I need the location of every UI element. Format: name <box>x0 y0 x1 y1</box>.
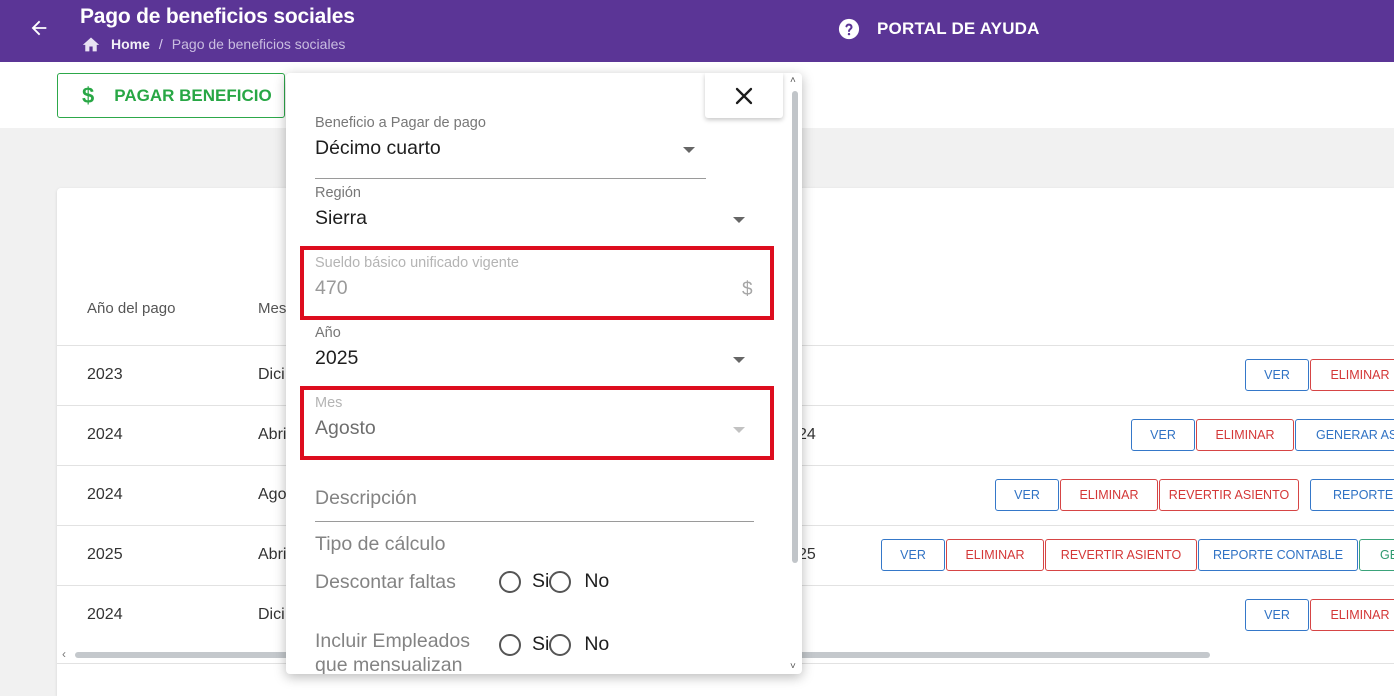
breadcrumb-current: Pago de beneficios sociales <box>171 36 346 52</box>
benefit-payment-dialog: ˄ ˅ Beneficio a Pagar de pago Décimo cua… <box>286 73 802 674</box>
dollar-icon: $ <box>82 82 95 108</box>
cell-month: Abri <box>258 426 287 443</box>
discount-absences-yes-radio[interactable] <box>499 570 521 593</box>
include-monthly-employees-yes-radio[interactable] <box>499 633 521 656</box>
cell-year: 2025 <box>87 546 123 563</box>
cell-month: Ago <box>258 486 287 503</box>
help-portal-link[interactable]: PORTAL DE AYUDA <box>838 18 1040 40</box>
pay-benefit-label: PAGAR BENEFICIO <box>114 85 272 105</box>
generate-entry-button[interactable]: GENERAR ASI <box>1295 419 1394 451</box>
discount-absences-no-radio[interactable] <box>549 570 572 593</box>
year-select-value: 2025 <box>315 347 359 369</box>
region-select-value: Sierra <box>315 207 368 229</box>
close-icon <box>735 87 753 104</box>
description-underline <box>315 521 754 522</box>
delete-button[interactable]: ELIMINAR <box>1310 359 1394 391</box>
breadcrumb-home-link[interactable]: Home <box>111 36 150 52</box>
delete-button[interactable]: ELIMINAR <box>1196 419 1294 451</box>
generate-button[interactable]: GE <box>1359 539 1394 571</box>
accounting-report-button[interactable]: REPORTE CONTABLE <box>1198 539 1358 571</box>
view-button[interactable]: VER <box>881 539 945 571</box>
delete-button[interactable]: ELIMINAR <box>1310 599 1394 631</box>
back-arrow-icon[interactable] <box>28 17 50 39</box>
include-monthly-employees-radio-group: Si No <box>499 633 609 656</box>
view-button[interactable]: VER <box>1131 419 1195 451</box>
top-app-bar: Pago de beneficios sociales Home / Pago … <box>0 0 1394 62</box>
cell-year: 2024 <box>87 426 123 443</box>
include-monthly-employees-yes-label[interactable]: Si <box>532 633 549 656</box>
benefit-select-label: Beneficio a Pagar de pago <box>315 115 486 131</box>
cell-year: 2024 <box>87 606 123 623</box>
help-portal-label: PORTAL DE AYUDA <box>877 19 1040 38</box>
view-button[interactable]: VER <box>1245 599 1309 631</box>
revert-entry-button[interactable]: REVERTIR ASIENTO <box>1045 539 1197 571</box>
include-monthly-employees-label-line1: Incluir Empleados <box>315 630 470 652</box>
dropdown-arrow-icon <box>733 217 745 223</box>
scroll-left-arrow-icon[interactable]: ‹ <box>62 647 66 661</box>
discount-absences-no-label[interactable]: No <box>584 570 609 593</box>
cell-year: 2024 <box>87 486 123 503</box>
column-header-year: Año del pago <box>87 300 176 317</box>
page-title: Pago de beneficios sociales <box>80 5 355 28</box>
column-header-month: Mes <box>258 300 287 317</box>
accounting-report-button[interactable]: REPORTE C <box>1310 479 1394 511</box>
highlight-box-month <box>300 386 774 460</box>
cell-month: Dici <box>258 366 285 383</box>
view-button[interactable]: VER <box>995 479 1059 511</box>
cell-year: 2023 <box>87 366 123 383</box>
year-select-label: Año <box>315 325 341 341</box>
include-monthly-employees-label: Incluir Empleados que mensualizan <box>315 629 470 674</box>
home-icon[interactable] <box>81 35 101 53</box>
discount-absences-label: Descontar faltas <box>315 571 456 593</box>
benefit-select[interactable]: Beneficio a Pagar de pago Décimo cuarto <box>315 115 706 179</box>
vertical-scrollbar[interactable]: ˄ ˅ <box>788 73 802 674</box>
cell-month: Dici <box>258 606 285 623</box>
view-button[interactable]: VER <box>1245 359 1309 391</box>
include-monthly-employees-no-label[interactable]: No <box>584 633 609 656</box>
dropdown-arrow-icon <box>733 357 745 363</box>
vertical-scroll-thumb[interactable] <box>792 91 798 563</box>
benefit-select-value: Décimo cuarto <box>315 137 441 159</box>
discount-absences-yes-label[interactable]: Si <box>532 570 549 593</box>
pay-benefit-button[interactable]: $ PAGAR BENEFICIO <box>57 73 285 118</box>
cell-month: Abri <box>258 546 287 563</box>
close-dialog-button[interactable] <box>705 73 783 118</box>
calculation-type-label: Tipo de cálculo <box>315 533 446 555</box>
delete-button[interactable]: ELIMINAR <box>1060 479 1158 511</box>
region-select-label: Región <box>315 185 361 201</box>
discount-absences-radio-group: Si No <box>499 570 609 593</box>
include-monthly-employees-label-line2: que mensualizan <box>315 654 463 674</box>
description-placeholder: Descripción <box>315 487 417 509</box>
delete-button[interactable]: ELIMINAR <box>946 539 1044 571</box>
region-select[interactable]: Región Sierra <box>315 185 754 249</box>
scroll-up-arrow-icon[interactable]: ˄ <box>790 75 796 86</box>
help-icon <box>838 18 860 40</box>
benefit-select-underline <box>315 178 706 179</box>
revert-entry-button[interactable]: REVERTIR ASIENTO <box>1159 479 1299 511</box>
breadcrumb: Home / Pago de beneficios sociales <box>81 35 345 53</box>
description-input[interactable]: Descripción <box>315 465 754 529</box>
breadcrumb-separator: / <box>158 36 163 52</box>
scroll-down-arrow-icon[interactable]: ˅ <box>790 661 796 672</box>
highlight-box-salary <box>300 246 774 320</box>
include-monthly-employees-no-radio[interactable] <box>549 633 572 656</box>
year-select[interactable]: Año 2025 <box>315 325 754 389</box>
dropdown-arrow-icon <box>683 147 695 153</box>
